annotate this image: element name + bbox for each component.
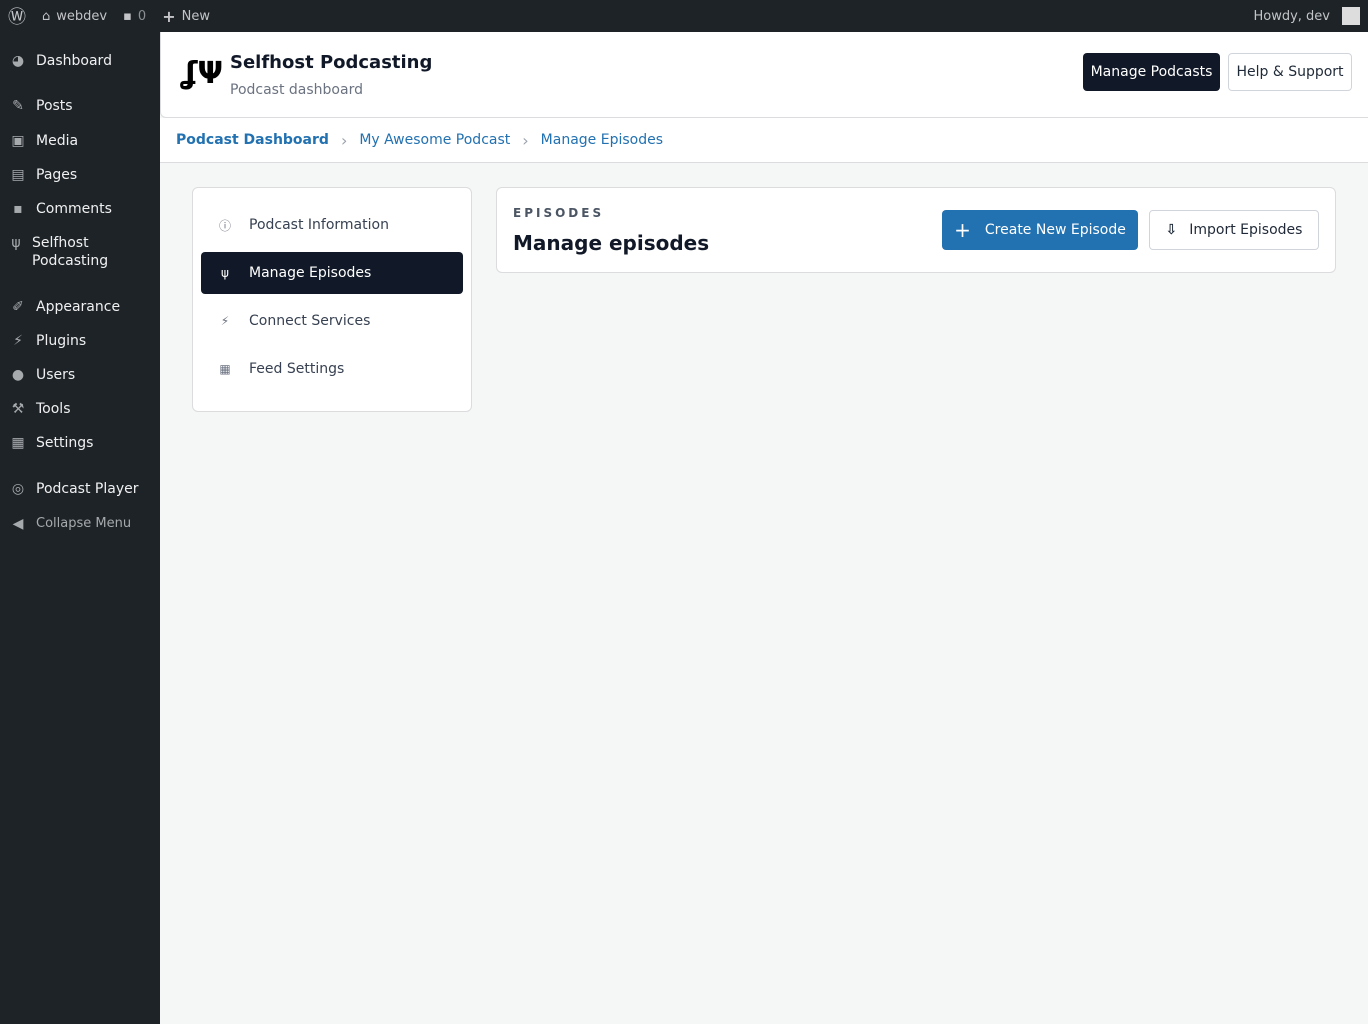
menu-dashboard[interactable]: ◕ Dashboard <box>0 52 120 70</box>
pin-icon: ✎ <box>12 98 24 114</box>
menu-label: Users <box>36 367 76 383</box>
dashboard-icon: ◕ <box>11 53 25 69</box>
settings-icon: ▦ <box>11 435 25 451</box>
menu-plugins[interactable]: ⚡ Plugins <box>0 332 94 350</box>
menu-label: Dashboard <box>36 53 112 69</box>
home-icon: ⌂ <box>42 8 51 24</box>
chevron-right-icon: › <box>340 130 348 150</box>
nav-connect-services[interactable]: ⚡ Connect Services <box>201 300 463 342</box>
button-label: Import Episodes <box>1189 222 1303 238</box>
nav-label: Connect Services <box>249 313 371 329</box>
selfhost-logo-icon: ʆΨ <box>181 56 224 91</box>
breadcrumb: Podcast Dashboard › My Awesome Podcast ›… <box>160 118 1368 163</box>
menu-label: Plugins <box>36 333 87 349</box>
brush-icon: ✐ <box>12 299 24 315</box>
breadcrumb-manage-episodes[interactable]: Manage Episodes <box>541 132 663 148</box>
new-label: New <box>181 8 210 24</box>
menu-label: Settings <box>36 435 94 451</box>
nav-label: Manage Episodes <box>249 265 372 281</box>
menu-label: Posts <box>36 98 73 114</box>
import-episodes-button[interactable]: ⇩ Import Episodes <box>1149 210 1319 250</box>
microphone-icon: ψ <box>11 235 21 251</box>
menu-tools[interactable]: ⚒ Tools <box>0 400 79 418</box>
help-support-button[interactable]: Help & Support <box>1228 53 1352 91</box>
nav-podcast-information[interactable]: ⓘ Podcast Information <box>201 204 463 246</box>
menu-users[interactable]: ● Users <box>0 366 83 384</box>
collapse-icon: ◀ <box>12 516 24 532</box>
howdy-text: Howdy, dev <box>1253 8 1330 24</box>
manage-podcasts-button[interactable]: Manage Podcasts <box>1083 53 1220 91</box>
avatar <box>1342 7 1360 25</box>
nav-manage-episodes[interactable]: ψ Manage Episodes <box>201 252 463 294</box>
plugin-subtitle: Podcast dashboard <box>230 82 363 98</box>
podcast-icon: ◎ <box>11 481 25 497</box>
chevron-right-icon: › <box>522 130 529 150</box>
menu-comments[interactable]: ▪ Comments <box>0 200 120 218</box>
menu-pages[interactable]: ▤ Pages <box>0 166 85 184</box>
account-menu[interactable]: Howdy, dev <box>1245 0 1368 32</box>
menu-label: Podcast Player <box>36 481 139 497</box>
menu-posts[interactable]: ✎ Posts <box>0 97 81 115</box>
menu-label: Tools <box>36 401 71 417</box>
menu-media[interactable]: ▣ Media <box>0 132 86 150</box>
import-icon: ⇩ <box>1165 222 1178 238</box>
new-link[interactable]: + New <box>154 0 218 32</box>
menu-label: Media <box>36 133 79 149</box>
wrench-icon: ⚒ <box>11 401 25 417</box>
admin-bar: Ⓦ ⌂ webdev ▪ 0 + New Howdy, dev <box>0 0 1368 32</box>
wordpress-logo-icon[interactable]: Ⓦ <box>0 0 34 32</box>
podcast-nav: ⓘ Podcast Information ψ Manage Episodes ⚡ C… <box>192 187 472 412</box>
comment-count: 0 <box>137 8 147 24</box>
menu-appearance[interactable]: ✐ Appearance <box>0 298 128 316</box>
nav-label: Feed Settings <box>249 361 345 377</box>
menu-podcast-player[interactable]: ◎ Podcast Player <box>0 480 146 498</box>
user-icon: ● <box>11 367 25 383</box>
info-icon: ⓘ <box>218 218 231 233</box>
breadcrumb-podcast[interactable]: My Awesome Podcast <box>359 132 510 148</box>
nav-label: Podcast Information <box>249 217 389 233</box>
menu-settings[interactable]: ▦ Settings <box>0 434 101 452</box>
comments-link[interactable]: ▪ 0 <box>115 0 154 32</box>
comment-icon: ▪ <box>123 8 132 24</box>
menu-selfhost-podcasting[interactable]: ψ Selfhost Podcasting <box>0 234 150 270</box>
site-name: webdev <box>56 8 108 24</box>
nav-feed-settings[interactable]: ▦ Feed Settings <box>201 348 463 390</box>
button-label: Create New Episode <box>984 222 1126 238</box>
section-title: Manage episodes <box>513 231 710 255</box>
plugin-header: ʆΨ Selfhost Podcasting Podcast dashboard… <box>160 32 1368 118</box>
plug-icon: ⚡ <box>220 314 230 328</box>
plugin-title: Selfhost Podcasting <box>230 52 433 73</box>
menu-label: Appearance <box>36 299 121 315</box>
settings-icon: ▦ <box>219 362 231 376</box>
episodes-panel: EPISODES Manage episodes + Create New Epi… <box>496 187 1336 273</box>
menu-label: Collapse Menu <box>36 516 132 531</box>
plus-icon: + <box>162 6 176 26</box>
comment-icon: ▪ <box>13 201 23 217</box>
breadcrumb-podcast-dashboard[interactable]: Podcast Dashboard <box>176 132 329 148</box>
admin-sidebar: ◕ Dashboard ✎ Posts ▣ Media ▤ Pages ▪ Comment… <box>0 32 160 1024</box>
menu-label: Comments <box>36 201 112 217</box>
page-icon: ▤ <box>11 167 25 183</box>
menu-label: Selfhost Podcasting <box>32 235 109 269</box>
menu-label: Pages <box>36 167 78 183</box>
media-icon: ▣ <box>11 133 25 149</box>
plus-icon: + <box>954 218 971 242</box>
create-new-episode-button[interactable]: + Create New Episode <box>942 210 1138 250</box>
site-link[interactable]: ⌂ webdev <box>34 0 115 32</box>
collapse-menu-button[interactable]: ◀ Collapse Menu <box>0 515 139 533</box>
microphone-icon: ψ <box>221 266 229 280</box>
section-eyebrow: EPISODES <box>513 206 605 220</box>
plugin-icon: ⚡ <box>13 333 23 349</box>
